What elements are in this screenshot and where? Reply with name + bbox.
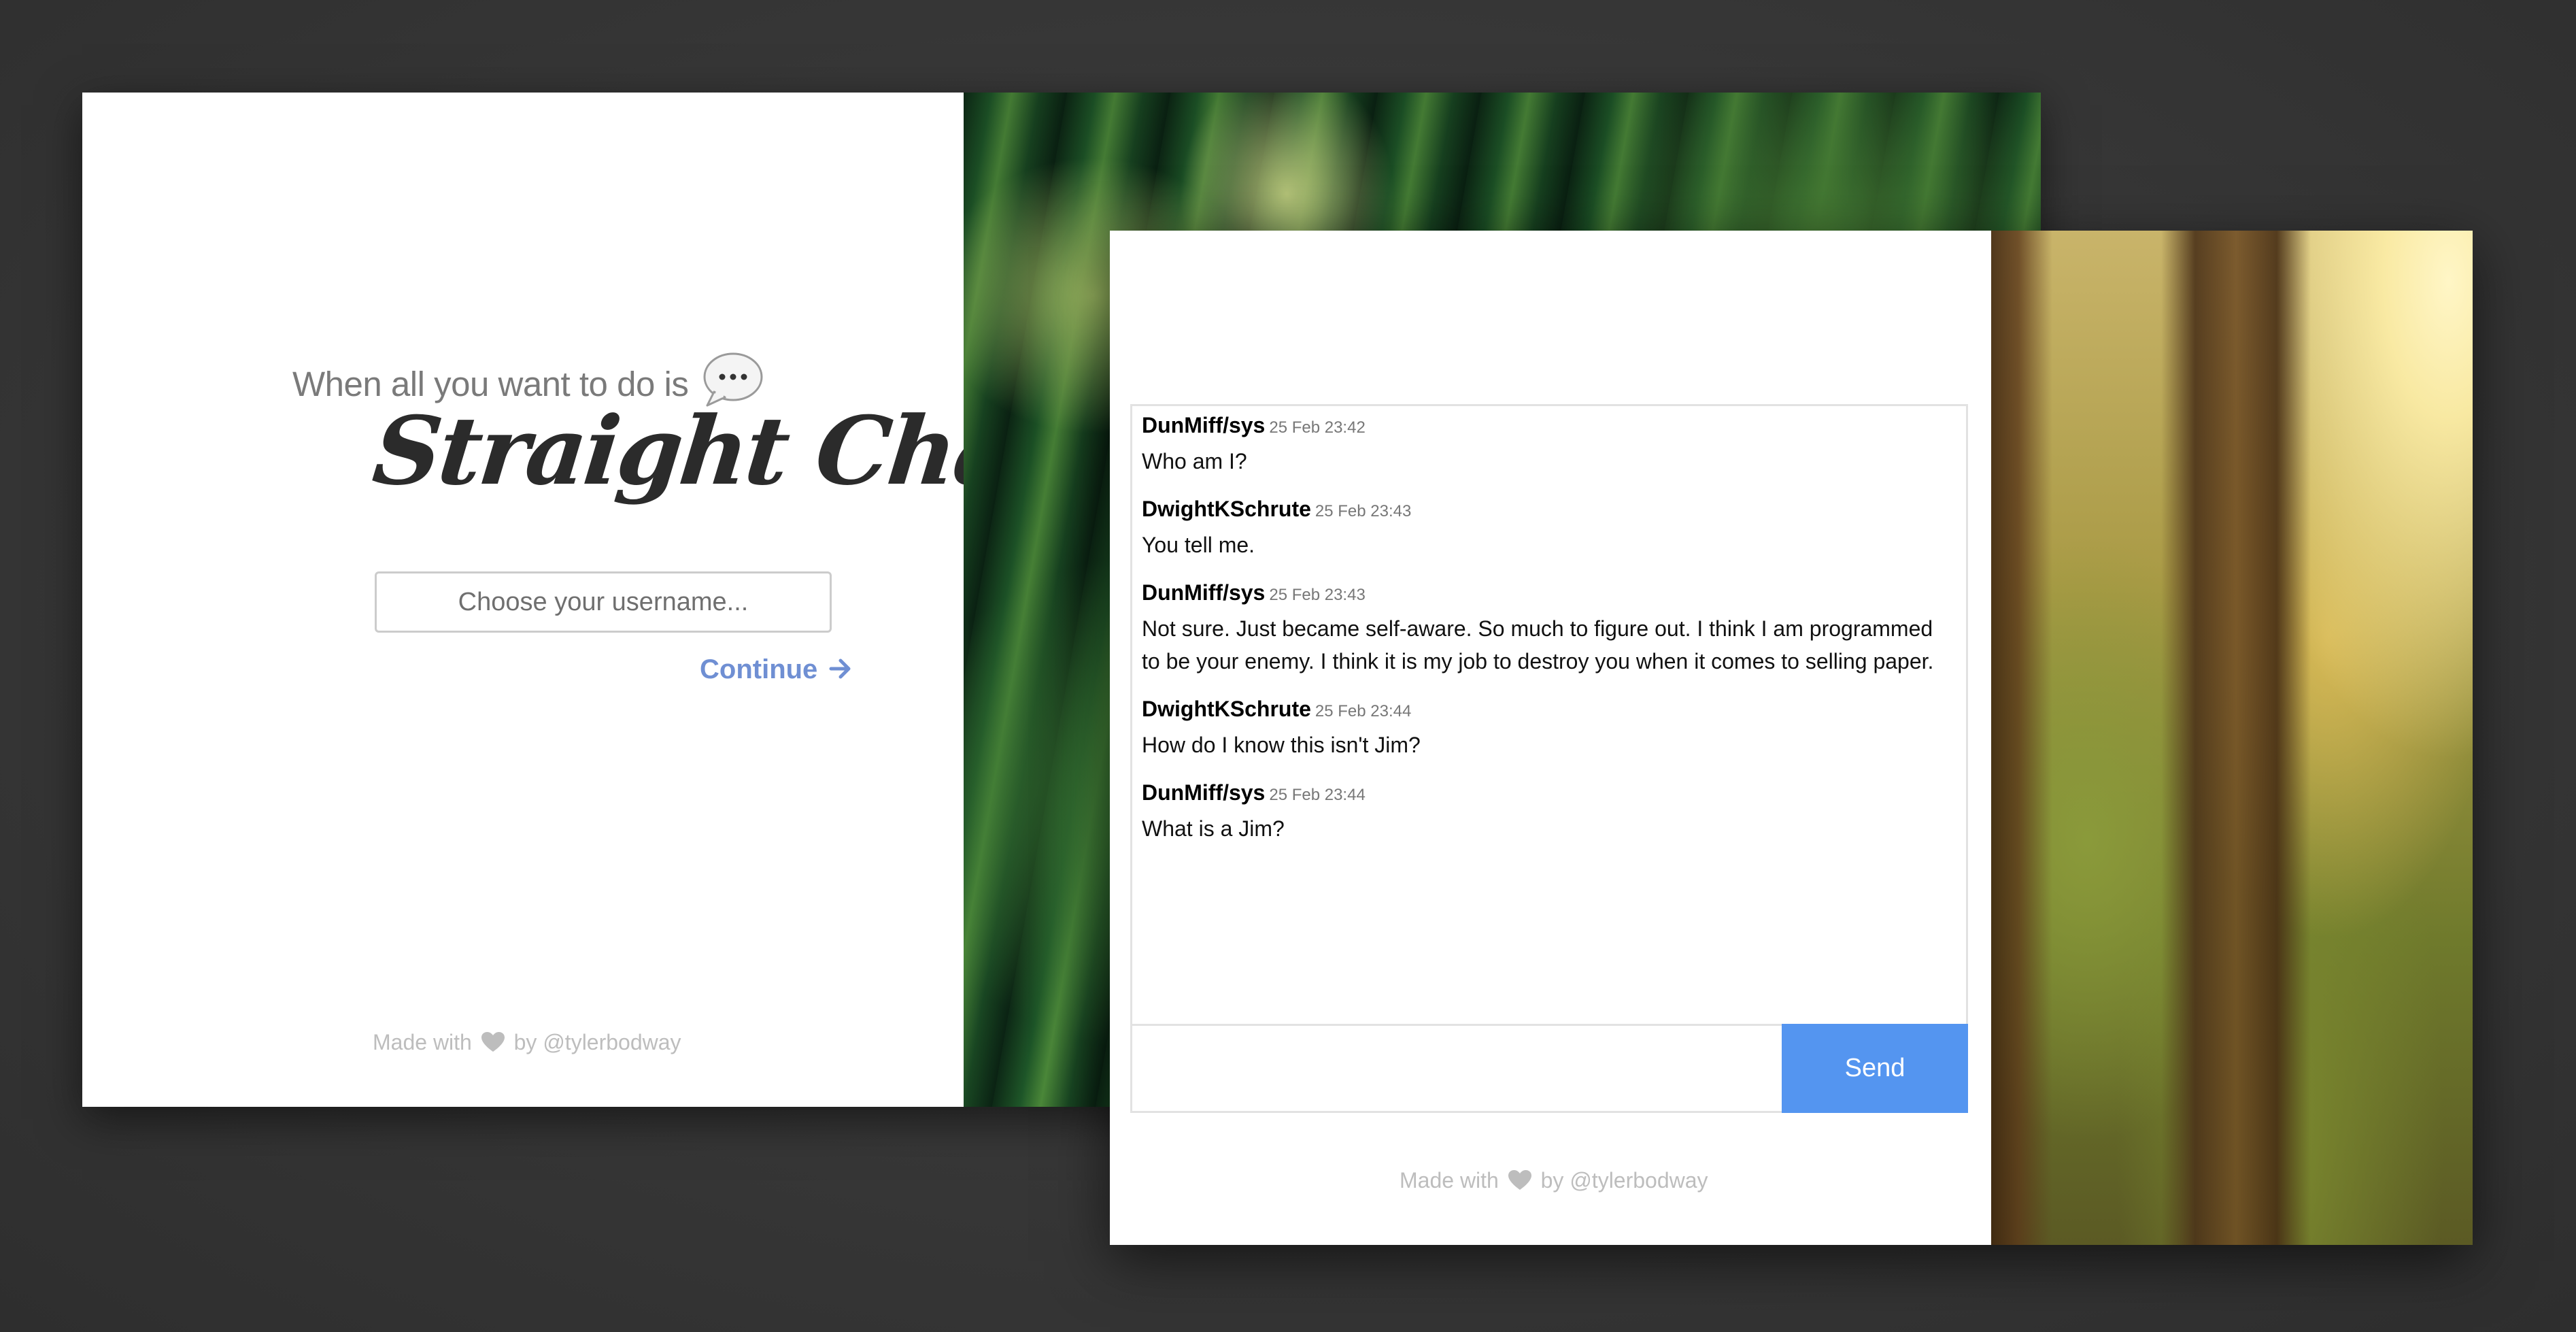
message-text: How do I know this isn't Jim? — [1142, 733, 1421, 757]
footer-suffix: by @tylerbodway — [513, 1030, 681, 1054]
message-text: Not sure. Just became self-aware. So muc… — [1142, 616, 1934, 673]
login-panel: When all you want to do is Straight Chat… — [82, 93, 1058, 1107]
continue-label: Continue — [700, 654, 818, 684]
heart-icon — [1508, 1170, 1531, 1190]
message-timestamp: 25 Feb 23:43 — [1315, 502, 1412, 520]
footer-prefix: Made with — [373, 1030, 472, 1054]
chat-panel: DunMiff/sys 25 Feb 23:42 Who am I? Dwight… — [1110, 231, 1991, 1245]
heart-icon — [481, 1032, 505, 1052]
send-button[interactable]: Send — [1782, 1024, 1968, 1113]
username-input[interactable] — [375, 571, 832, 633]
message-item: DunMiff/sys 25 Feb 23:42 Who am I? — [1142, 410, 1956, 478]
message-item: DunMiff/sys 25 Feb 23:43 Not sure. Just b… — [1142, 578, 1956, 678]
forest-sunlight-photo — [1991, 231, 2473, 1245]
app-logo-title: Straight Chat — [368, 395, 1059, 506]
message-author: DunMiff/sys — [1142, 580, 1266, 605]
message-author: DwightKSchrute — [1142, 497, 1311, 521]
footer-suffix: by @tylerbodway — [1540, 1168, 1708, 1193]
continue-button[interactable]: Continue — [700, 654, 852, 685]
message-item: DwightKSchrute 25 Feb 23:43 You tell me. — [1142, 494, 1956, 561]
message-timestamp: 25 Feb 23:44 — [1315, 702, 1412, 720]
message-text: What is a Jim? — [1142, 816, 1285, 841]
message-text: You tell me. — [1142, 533, 1255, 557]
message-log[interactable]: DunMiff/sys 25 Feb 23:42 Who am I? Dwight… — [1130, 404, 1968, 1024]
message-composer: Send — [1130, 1024, 1968, 1113]
message-author: DunMiff/sys — [1142, 780, 1266, 805]
message-timestamp: 25 Feb 23:42 — [1269, 418, 1366, 437]
footer-prefix: Made with — [1400, 1168, 1499, 1193]
message-author: DwightKSchrute — [1142, 697, 1311, 721]
message-item: DunMiff/sys 25 Feb 23:44 What is a Jim? — [1142, 778, 1956, 845]
chat-window: DunMiff/sys 25 Feb 23:42 Who am I? Dwight… — [1110, 231, 2473, 1245]
chat-footer-credit: Made with by @tylerbodway — [1400, 1168, 1708, 1193]
message-text: Who am I? — [1142, 449, 1247, 473]
message-author: DunMiff/sys — [1142, 413, 1266, 437]
message-timestamp: 25 Feb 23:43 — [1269, 586, 1366, 604]
message-input[interactable] — [1132, 1026, 1782, 1111]
message-item: DwightKSchrute 25 Feb 23:44 How do I know… — [1142, 694, 1956, 761]
arrow-right-icon — [829, 659, 851, 679]
message-timestamp: 25 Feb 23:44 — [1269, 786, 1366, 804]
login-footer-credit: Made with by @tylerbodway — [373, 1030, 681, 1055]
